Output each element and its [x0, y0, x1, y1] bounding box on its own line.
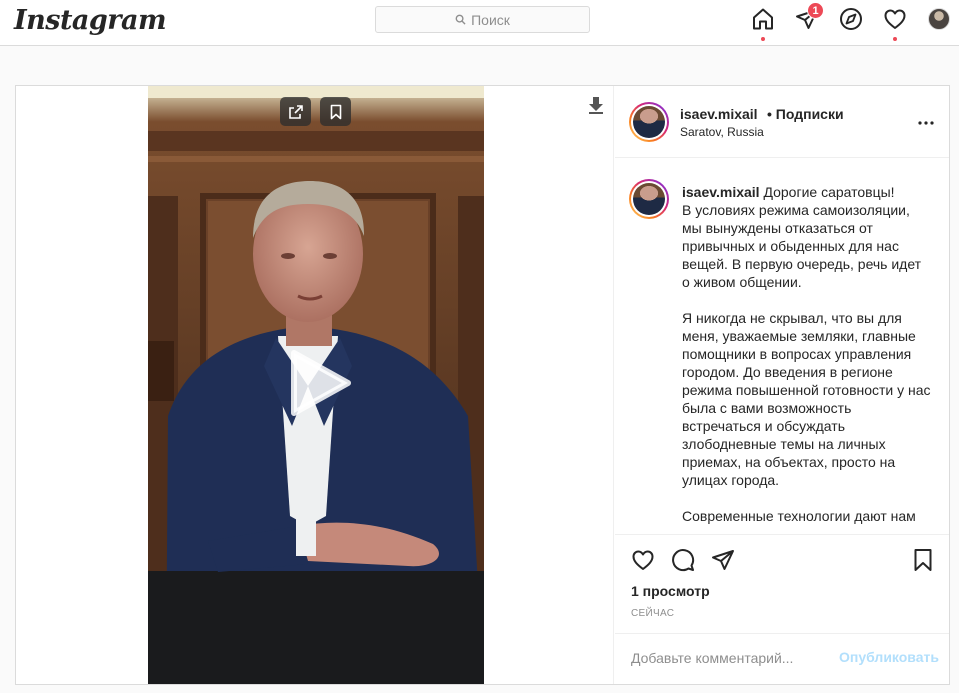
download-button[interactable]: [587, 96, 605, 114]
activity-button[interactable]: [883, 7, 907, 41]
heart-icon: [632, 550, 654, 570]
explore-icon: [840, 8, 862, 30]
instagram-logo[interactable]: Instagram: [14, 5, 167, 36]
caption-avatar[interactable]: [629, 179, 669, 219]
comment-button[interactable]: [671, 548, 695, 572]
explore-button[interactable]: [839, 7, 863, 31]
top-navigation: Instagram Поиск 1: [0, 0, 959, 46]
view-count[interactable]: 1 просмотр: [631, 583, 710, 599]
like-button[interactable]: [631, 548, 655, 572]
post-header: isaev.mixail • Подписки Saratov, Russia: [615, 86, 949, 158]
bookmark-icon: [914, 549, 932, 571]
external-link-icon: [288, 104, 303, 119]
more-dots-icon: [918, 121, 934, 125]
direct-button[interactable]: 1: [795, 2, 824, 31]
open-external-button[interactable]: [280, 97, 311, 126]
post-sidebar: isaev.mixail • Подписки Saratov, Russia …: [615, 86, 949, 684]
share-button[interactable]: [711, 548, 735, 572]
publish-button[interactable]: Опубликовать: [839, 649, 939, 665]
save-button[interactable]: [911, 548, 935, 572]
author-username[interactable]: isaev.mixail: [680, 106, 758, 122]
profile-avatar[interactable]: [928, 8, 950, 30]
comment-input[interactable]: [631, 648, 831, 668]
activity-notification-dot: [893, 37, 897, 41]
follow-separator: •: [767, 106, 772, 122]
home-notification-dot: [761, 37, 765, 41]
post-actions: 1 просмотр СЕЙЧАС Опубликовать: [615, 534, 949, 684]
video-player[interactable]: [148, 86, 484, 684]
caption-username[interactable]: isaev.mixail: [682, 184, 760, 200]
search-box[interactable]: Поиск: [375, 6, 590, 33]
comment-icon: [672, 549, 695, 572]
share-icon: [712, 550, 734, 570]
post-media: [16, 86, 614, 684]
post-location[interactable]: Saratov, Russia: [680, 125, 764, 139]
follow-label: Подписки: [775, 106, 844, 122]
notification-badge: 1: [807, 2, 824, 19]
heart-icon: [884, 9, 906, 29]
bookmark-icon: [330, 104, 341, 119]
play-button[interactable]: [288, 349, 352, 417]
post-caption: isaev.mixail Дорогие саратовцы! В услови…: [615, 159, 949, 534]
post-card: isaev.mixail • Подписки Saratov, Russia …: [15, 85, 950, 685]
author-avatar[interactable]: [629, 102, 669, 142]
save-video-button[interactable]: [320, 97, 351, 126]
caption-text: Дорогие саратовцы! В условиях режима сам…: [682, 184, 931, 524]
more-options-button[interactable]: [917, 120, 935, 126]
play-icon: [291, 350, 351, 416]
post-timestamp[interactable]: СЕЙЧАС: [631, 608, 674, 619]
search-placeholder: Поиск: [471, 11, 510, 28]
comment-bar: Опубликовать: [615, 633, 949, 685]
home-button[interactable]: [751, 7, 775, 41]
home-icon: [753, 8, 773, 30]
follow-button[interactable]: • Подписки: [767, 106, 844, 122]
caption-text-block: isaev.mixail Дорогие саратовцы! В услови…: [682, 183, 932, 525]
search-icon: [455, 14, 466, 25]
download-arrow-icon: [589, 97, 603, 114]
